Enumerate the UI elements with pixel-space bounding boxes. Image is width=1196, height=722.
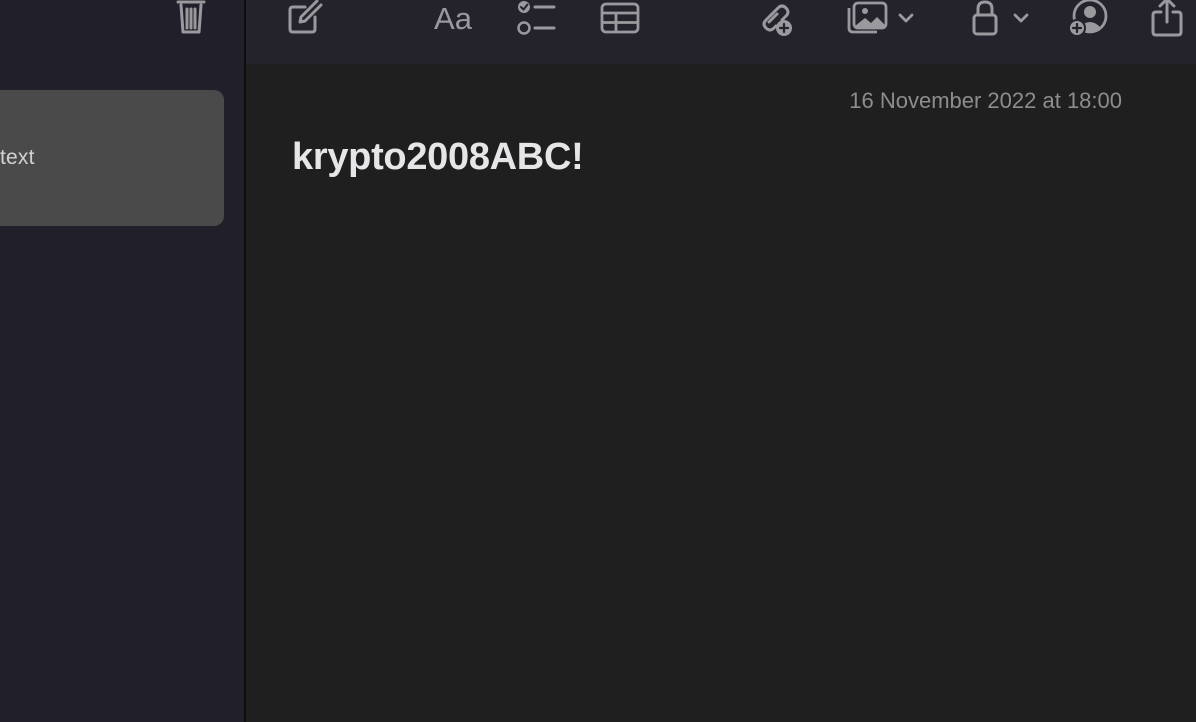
note-editor[interactable]: 16 November 2022 at 18:00 krypto2008ABC! <box>246 64 1196 722</box>
note-date: 16 November 2022 at 18:00 <box>849 88 1122 113</box>
collaborate-button[interactable] <box>1068 0 1110 40</box>
note-card-snippet: text <box>0 146 35 169</box>
notes-list-sidebar: text <box>0 0 244 722</box>
lock-menu-button[interactable] <box>968 0 1034 40</box>
toolbar: Aa <box>246 0 1196 64</box>
checklist-button[interactable] <box>516 0 558 40</box>
delete-note-button[interactable] <box>171 0 211 36</box>
share-button[interactable] <box>1148 0 1186 40</box>
add-people-icon <box>1068 0 1108 37</box>
note-title[interactable]: krypto2008ABC! <box>292 136 584 179</box>
photo-gallery-icon <box>847 1 888 34</box>
media-menu-button[interactable] <box>842 0 918 40</box>
checklist-icon <box>517 1 556 35</box>
share-icon <box>1151 0 1183 37</box>
format-button[interactable]: Aa <box>430 0 476 40</box>
table-icon <box>600 2 640 34</box>
trash-icon <box>176 0 206 34</box>
lock-icon <box>972 0 998 36</box>
chevron-down-icon <box>898 13 914 23</box>
add-link-button[interactable] <box>754 0 796 40</box>
format-label: Aa <box>434 0 472 36</box>
notes-app-window: text Aa 16 November 2022 at 18:00 krypto… <box>0 0 1196 722</box>
new-note-button[interactable] <box>284 0 324 40</box>
link-add-icon <box>762 4 792 36</box>
table-button[interactable] <box>600 0 640 40</box>
compose-icon <box>288 0 323 34</box>
chevron-down-icon <box>1013 13 1029 23</box>
selected-note-card[interactable]: text <box>0 90 224 226</box>
